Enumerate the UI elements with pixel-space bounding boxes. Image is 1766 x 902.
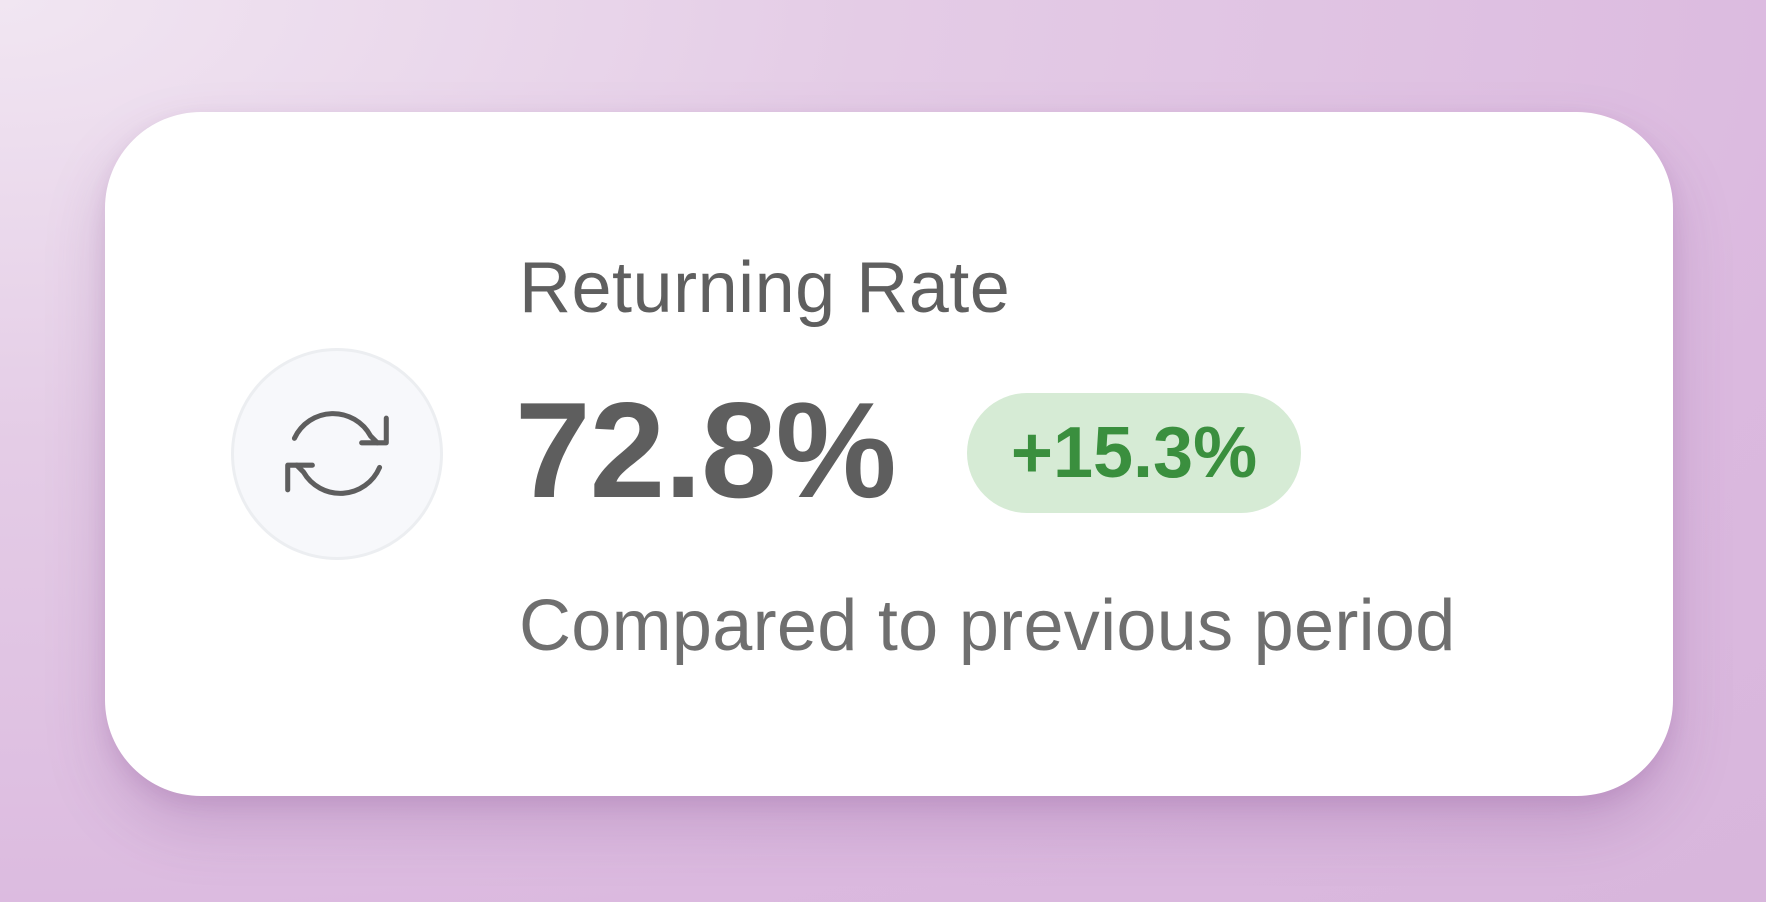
metric-value: 72.8% [515, 374, 897, 526]
change-badge-text: +15.3% [1010, 413, 1258, 493]
comparison-subtitle: Compared to previous period [519, 586, 1456, 666]
change-badge: +15.3% [967, 393, 1301, 513]
returning-rate-card: Returning Rate 72.8% +15.3% Compared to … [105, 112, 1673, 796]
card-title: Returning Rate [519, 248, 1011, 328]
refresh-icon [285, 411, 389, 496]
icon-container [231, 348, 443, 560]
